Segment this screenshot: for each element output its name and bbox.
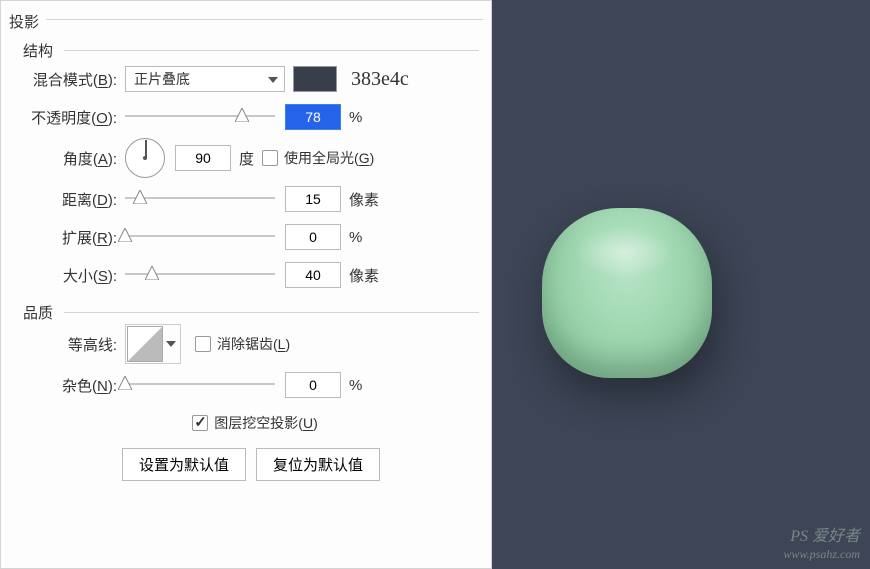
blend-mode-dropdown[interactable]: 正片叠底 [125,66,285,92]
quality-legend: 品质 [19,302,57,323]
angle-unit: 度 [239,148,254,169]
drop-shadow-panel: 投影 结构 混合模式(B): 正片叠底 383e4c 不透明度(O): % [0,0,492,569]
reset-default-button[interactable]: 复位为默认值 [256,448,380,481]
spread-input[interactable] [285,224,341,250]
quality-group: 品质 等高线: 消除锯齿(L) 杂色(N): % [19,312,483,487]
size-input[interactable] [285,262,341,288]
size-unit: 像素 [349,265,379,286]
spread-row: 扩展(R): % [25,220,477,254]
noise-input[interactable] [285,372,341,398]
spread-slider[interactable] [125,230,275,244]
green-blob-icon [542,208,712,378]
contour-row: 等高线: 消除锯齿(L) [25,324,477,364]
distance-row: 距离(D): 像素 [25,182,477,216]
noise-slider[interactable] [125,378,275,392]
distance-input[interactable] [285,186,341,212]
distance-slider[interactable] [125,192,275,206]
opacity-input[interactable] [285,104,341,130]
size-slider[interactable] [125,268,275,282]
contour-swatch-icon [127,326,163,362]
blend-mode-label: 混合模式(B): [25,69,125,90]
antialias-checkbox[interactable] [195,336,211,352]
contour-label: 等高线: [25,334,125,355]
global-light-label: 使用全局光(G) [284,148,374,168]
panel-title: 投影 [1,5,491,44]
spread-label: 扩展(R): [25,227,125,248]
noise-label: 杂色(N): [25,375,125,396]
knockout-checkbox-wrap[interactable]: 图层挖空投影(U) [192,413,317,433]
opacity-slider[interactable] [125,110,275,124]
knockout-row: 图层挖空投影(U) [25,406,477,440]
angle-label: 角度(A): [25,148,125,169]
knockout-checkbox[interactable] [192,415,208,431]
structure-legend: 结构 [19,40,57,61]
angle-row: 角度(A): 度 使用全局光(G) [25,138,477,178]
blend-mode-row: 混合模式(B): 正片叠底 383e4c [25,62,477,96]
antialias-checkbox-wrap[interactable]: 消除锯齿(L) [195,334,290,354]
distance-unit: 像素 [349,189,379,210]
shadow-color-swatch[interactable] [293,66,337,92]
watermark: PS 爱好者 www.psahz.com [784,527,860,561]
knockout-label: 图层挖空投影(U) [214,413,317,433]
global-light-checkbox[interactable] [262,150,278,166]
contour-picker[interactable] [125,324,181,364]
angle-input[interactable] [175,145,231,171]
angle-dial[interactable] [125,138,165,178]
spread-unit: % [349,229,362,246]
size-row: 大小(S): 像素 [25,258,477,292]
noise-row: 杂色(N): % [25,368,477,402]
opacity-row: 不透明度(O): % [25,100,477,134]
structure-group: 结构 混合模式(B): 正片叠底 383e4c 不透明度(O): % [19,50,483,302]
preview-canvas: PS 爱好者 www.psahz.com [492,0,870,569]
shadow-color-hex: 383e4c [351,68,409,91]
opacity-unit: % [349,109,362,126]
distance-label: 距离(D): [25,189,125,210]
button-row: 设置为默认值 复位为默认值 [25,448,477,481]
global-light-checkbox-wrap[interactable]: 使用全局光(G) [262,148,374,168]
noise-unit: % [349,377,362,394]
opacity-label: 不透明度(O): [25,107,125,128]
set-default-button[interactable]: 设置为默认值 [122,448,246,481]
size-label: 大小(S): [25,265,125,286]
antialias-label: 消除锯齿(L) [217,334,290,354]
